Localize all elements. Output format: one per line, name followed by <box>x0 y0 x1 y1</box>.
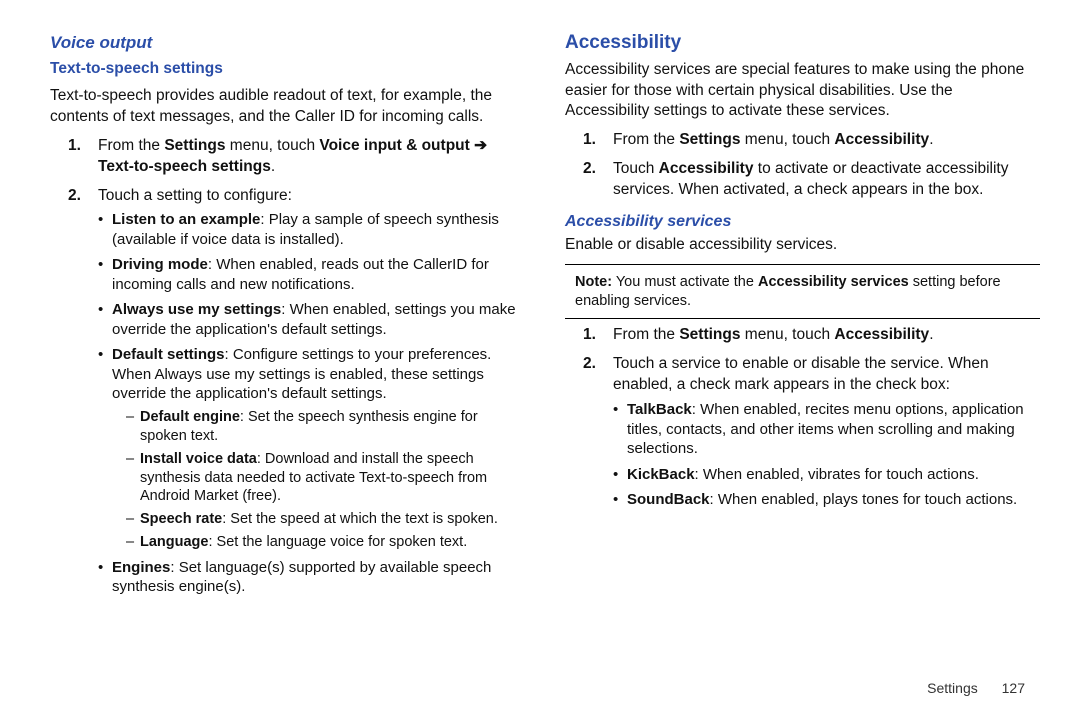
left-column: Voice output Text-to-speech settings Tex… <box>50 30 525 660</box>
access-step-2: Touch Accessibility to activate or deact… <box>583 159 1040 201</box>
svc-talkback: TalkBack: When enabled, recites menu opt… <box>613 400 1040 459</box>
right-column: Accessibility Accessibility services are… <box>565 30 1040 660</box>
sub-language: Language: Set the language voice for spo… <box>126 533 525 552</box>
access-step-1: From the Settings menu, touch Accessibil… <box>583 130 1040 151</box>
tts-step-2: Touch a setting to configure: Listen to … <box>68 186 525 597</box>
footer-page-number: 127 <box>1002 680 1025 696</box>
opt-always-use: Always use my settings: When enabled, se… <box>98 300 525 339</box>
heading-voice-output: Voice output <box>50 32 525 55</box>
note-box: Note: You must activate the Accessibilit… <box>565 271 1040 313</box>
opt-driving-mode: Driving mode: When enabled, reads out th… <box>98 255 525 294</box>
services-step-1: From the Settings menu, touch Accessibil… <box>583 325 1040 346</box>
opt-default-settings: Default settings: Configure settings to … <box>98 345 525 551</box>
tts-options: Listen to an example: Play a sample of s… <box>98 210 525 596</box>
tts-steps: From the Settings menu, touch Voice inpu… <box>68 136 525 597</box>
opt-listen-example: Listen to an example: Play a sample of s… <box>98 210 525 249</box>
svc-soundback: SoundBack: When enabled, plays tones for… <box>613 490 1040 510</box>
opt-engines: Engines: Set language(s) supported by av… <box>98 558 525 597</box>
sub-default-engine: Default engine: Set the speech synthesis… <box>126 408 525 446</box>
sub-install-voice-data: Install voice data: Download and install… <box>126 450 525 507</box>
footer-section: Settings <box>927 680 978 696</box>
heading-accessibility: Accessibility <box>565 30 1040 56</box>
manual-page: Voice output Text-to-speech settings Tex… <box>0 0 1080 680</box>
svc-kickback: KickBack: When enabled, vibrates for tou… <box>613 465 1040 485</box>
services-intro: Enable or disable accessibility services… <box>565 235 1040 256</box>
divider-top <box>565 264 1040 265</box>
tts-step-1: From the Settings menu, touch Voice inpu… <box>68 136 525 178</box>
divider-bottom <box>565 318 1040 319</box>
services-steps: From the Settings menu, touch Accessibil… <box>583 325 1040 509</box>
accessibility-intro: Accessibility services are special featu… <box>565 60 1040 123</box>
accessibility-steps: From the Settings menu, touch Accessibil… <box>583 130 1040 201</box>
heading-accessibility-services: Accessibility services <box>565 211 1040 233</box>
services-step-2: Touch a service to enable or disable the… <box>583 354 1040 509</box>
tts-intro: Text-to-speech provides audible readout … <box>50 86 525 128</box>
heading-tts-settings: Text-to-speech settings <box>50 59 525 80</box>
sub-speech-rate: Speech rate: Set the speed at which the … <box>126 510 525 529</box>
services-list: TalkBack: When enabled, recites menu opt… <box>613 400 1040 510</box>
page-footer: Settings 127 <box>927 680 1025 696</box>
default-settings-sublist: Default engine: Set the speech synthesis… <box>126 408 525 552</box>
